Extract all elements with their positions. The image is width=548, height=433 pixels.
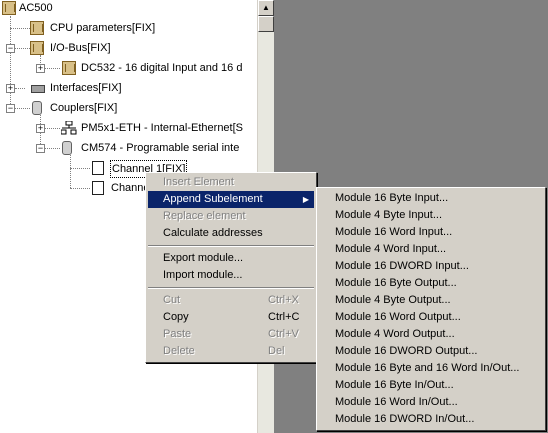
menu-item-label: Import module... [163, 269, 243, 281]
tree-connector [15, 48, 30, 49]
expand-pm5x1-button[interactable]: + [36, 124, 45, 133]
menu-item-label: Replace element [163, 210, 246, 222]
expand-dc532-button[interactable]: + [36, 64, 45, 73]
menu-item-append-subelement[interactable]: Append Subelement ▶ [148, 191, 314, 208]
submenu-item-label: Module 16 Byte Output... [335, 277, 457, 289]
expand-interfaces-button[interactable]: + [6, 84, 15, 93]
submenu-item-16-byte-input[interactable]: Module 16 Byte Input... [319, 190, 543, 207]
menu-item-insert-element[interactable]: Insert Element [148, 174, 314, 191]
submenu-arrow-icon: ▶ [302, 195, 309, 204]
submenu-item-16-word-output[interactable]: Module 16 Word Output... [319, 309, 543, 326]
submenu-item-16-byte-inout[interactable]: Module 16 Byte In/Out... [319, 377, 543, 394]
submenu-item-16-word-input[interactable]: Module 16 Word Input... [319, 224, 543, 241]
tree-connector [70, 168, 90, 169]
submenu-item-label: Module 16 Word Input... [335, 226, 453, 238]
tree-item-label: I/O-Bus[FIX] [50, 42, 111, 54]
cpu-params-icon [30, 21, 44, 35]
submenu-item-label: Module 4 Byte Input... [335, 209, 443, 221]
submenu-item-label: Module 16 Byte Input... [335, 192, 449, 204]
io-module-icon [62, 61, 76, 75]
submenu-item-label: Module 4 Word Input... [335, 243, 447, 255]
submenu-item-16-word-inout[interactable]: Module 16 Word In/Out... [319, 394, 543, 411]
submenu-item-label: Module 16 DWORD Output... [335, 345, 478, 357]
tree-item-label: CPU parameters[FIX] [50, 22, 156, 34]
plc-icon [2, 1, 16, 15]
submenu-item-4-word-input[interactable]: Module 4 Word Input... [319, 241, 543, 258]
menu-item-label: Export module... [163, 252, 244, 264]
tree-connector [15, 88, 25, 89]
collapse-cm574-button[interactable]: − [36, 144, 45, 153]
menu-item-label: Calculate addresses [163, 227, 263, 239]
submenu-item-label: Module 16 Byte and 16 Word In/Out... [335, 362, 520, 374]
menu-item-shortcut: Del [268, 345, 285, 357]
menu-item-cut[interactable]: Cut Ctrl+X [148, 292, 314, 309]
interfaces-icon [31, 85, 45, 93]
submenu-item-16-byte-output[interactable]: Module 16 Byte Output... [319, 275, 543, 292]
submenu-item-16-byte-16-word-inout[interactable]: Module 16 Byte and 16 Word In/Out... [319, 360, 543, 377]
channel-icon [92, 181, 104, 195]
serial-module-icon [62, 141, 72, 155]
menu-item-copy[interactable]: Copy Ctrl+C [148, 309, 314, 326]
submenu-item-label: Module 16 DWORD Input... [335, 260, 469, 272]
submenu-item-label: Module 16 Word Output... [335, 311, 461, 323]
submenu-item-label: Module 16 DWORD In/Out... [335, 413, 475, 425]
collapse-io-bus-button[interactable]: − [6, 44, 15, 53]
tree-connector [70, 155, 71, 188]
tree-item-label: PM5x1-ETH - Internal-Ethernet[S [81, 122, 244, 134]
submenu-item-4-byte-input[interactable]: Module 4 Byte Input... [319, 207, 543, 224]
menu-item-label: Copy [163, 311, 189, 323]
tree-connector [10, 28, 30, 29]
menu-item-label: Append Subelement [163, 193, 263, 205]
menu-item-delete[interactable]: Delete Del [148, 343, 314, 360]
submenu-item-label: Module 4 Byte Output... [335, 294, 451, 306]
menu-item-label: Insert Element [163, 176, 234, 188]
tree-item-label: Interfaces[FIX] [50, 82, 122, 94]
tree-item-label: AC500 [19, 2, 53, 14]
menu-item-calculate-addresses[interactable]: Calculate addresses [148, 225, 314, 242]
scroll-up-icon[interactable]: ▲ [258, 0, 274, 16]
tree-connector [10, 16, 11, 108]
menu-item-shortcut: Ctrl+X [268, 294, 299, 306]
channel-icon [92, 161, 104, 175]
menu-separator [148, 287, 314, 289]
tree-item-label: DC532 - 16 digital Input and 16 d [81, 62, 243, 74]
menu-item-replace-element[interactable]: Replace element [148, 208, 314, 225]
menu-item-label: Delete [163, 345, 195, 357]
menu-item-label: Paste [163, 328, 192, 340]
collapse-couplers-button[interactable]: − [6, 104, 15, 113]
submenu-item-4-byte-output[interactable]: Module 4 Byte Output... [319, 292, 543, 309]
submenu-item-label: Module 4 Word Output... [335, 328, 455, 340]
submenu-item-4-word-output[interactable]: Module 4 Word Output... [319, 326, 543, 343]
menu-item-label: Cut [163, 294, 181, 306]
submenu-item-label: Module 16 Byte In/Out... [335, 379, 454, 391]
tree-item-label: Couplers[FIX] [50, 102, 118, 114]
context-menu: Insert Element Append Subelement ▶ Replac… [145, 172, 317, 363]
menu-item-shortcut: Ctrl+C [268, 311, 300, 323]
couplers-icon [32, 101, 42, 115]
io-bus-icon [30, 41, 44, 55]
submenu-item-16-dword-input[interactable]: Module 16 DWORD Input... [319, 258, 543, 275]
menu-item-export-module[interactable]: Export module... [148, 250, 314, 267]
append-subelement-submenu: Module 16 Byte Input... Module 4 Byte In… [316, 187, 546, 431]
tree-connector [45, 148, 60, 149]
menu-item-import-module[interactable]: Import module... [148, 267, 314, 284]
tree-connector [45, 128, 60, 129]
tree-connector [70, 188, 90, 189]
tree-connector [45, 68, 60, 69]
submenu-item-16-dword-inout[interactable]: Module 16 DWORD In/Out... [319, 411, 543, 428]
tree-item-label: CM574 - Programable serial inte [81, 142, 240, 154]
tree-connector [15, 108, 30, 109]
menu-item-shortcut: Ctrl+V [268, 328, 299, 340]
scroll-thumb[interactable] [258, 16, 274, 32]
menu-separator [148, 245, 314, 247]
submenu-item-label: Module 16 Word In/Out... [335, 396, 458, 408]
menu-item-paste[interactable]: Paste Ctrl+V [148, 326, 314, 343]
submenu-item-16-dword-output[interactable]: Module 16 DWORD Output... [319, 343, 543, 360]
ethernet-icon [60, 120, 77, 135]
